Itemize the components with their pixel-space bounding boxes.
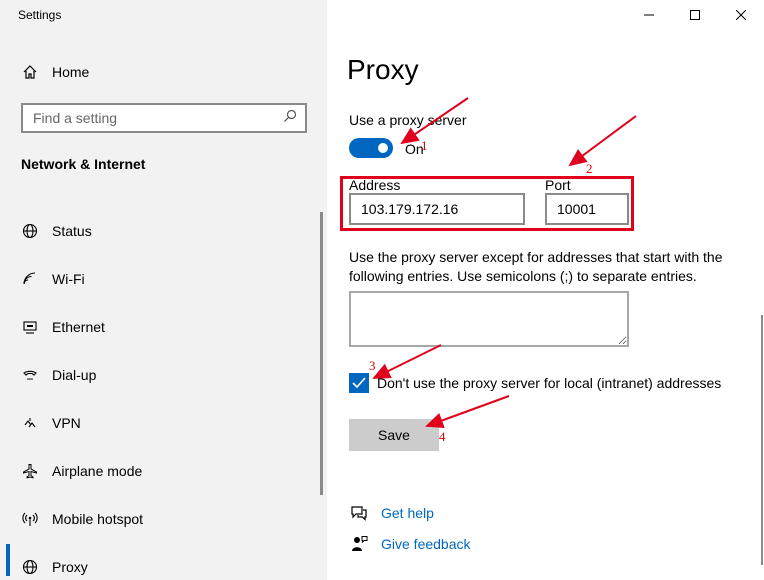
checkmark-icon [352, 377, 366, 389]
active-indicator [6, 544, 10, 576]
sidebar-item-dialup[interactable]: Dial-up [0, 351, 327, 399]
give-feedback-row[interactable]: Give feedback [347, 532, 471, 556]
annotation-number-3: 3 [369, 358, 376, 373]
bypass-local-label[interactable]: Don't use the proxy server for local (in… [377, 375, 721, 391]
sidebar-item-label: Mobile hotspot [52, 511, 144, 527]
sidebar-item-label: Proxy [52, 559, 88, 575]
feedback-person-icon [347, 532, 371, 556]
sidebar-item-label: Ethernet [52, 319, 105, 335]
get-help-row[interactable]: Get help [347, 501, 434, 525]
hotspot-icon [18, 507, 42, 531]
minimize-icon [644, 14, 654, 16]
window-controls [626, 0, 764, 30]
get-help-link[interactable]: Get help [381, 505, 434, 521]
annotation-arrow-4 [425, 395, 510, 429]
sidebar-item-label: VPN [52, 415, 81, 431]
home-icon [18, 60, 42, 84]
exceptions-description: Use the proxy server except for addresse… [349, 249, 723, 284]
bypass-local-checkbox[interactable] [349, 373, 369, 393]
annotation-arrow-2 [568, 115, 637, 167]
sidebar-item-label: Status [52, 223, 92, 239]
sidebar: Settings Home Network & Internet Status … [0, 0, 327, 580]
sidebar-item-status[interactable]: Status [0, 207, 327, 255]
sidebar-item-ethernet[interactable]: Ethernet [0, 303, 327, 351]
sidebar-item-label: Wi-Fi [52, 271, 85, 287]
sidebar-scrollbar[interactable] [320, 212, 323, 495]
minimize-button[interactable] [626, 0, 672, 30]
globe-icon [18, 555, 42, 579]
wifi-icon [18, 267, 42, 291]
airplane-icon [18, 459, 42, 483]
maximize-button[interactable] [672, 0, 718, 30]
sidebar-item-label: Airplane mode [52, 463, 143, 479]
nav-list: Status Wi-Fi Ethernet Dial-up VPN Airpla… [0, 207, 327, 580]
give-feedback-link[interactable]: Give feedback [381, 536, 471, 552]
sidebar-item-wifi[interactable]: Wi-Fi [0, 255, 327, 303]
page-title: Proxy [347, 54, 419, 85]
sidebar-item-label: Dial-up [52, 367, 97, 383]
annotation-arrow-3 [372, 344, 442, 379]
sidebar-item-proxy[interactable]: Proxy [0, 543, 327, 580]
main-scrollbar[interactable] [761, 315, 763, 565]
use-proxy-label: Use a proxy server [349, 112, 467, 128]
help-chat-icon [347, 501, 371, 525]
maximize-icon [690, 10, 700, 20]
search-icon[interactable] [283, 109, 297, 128]
sidebar-item-hotspot[interactable]: Mobile hotspot [0, 495, 327, 543]
search-box[interactable] [21, 103, 307, 133]
annotation-highlight-box [340, 176, 634, 231]
section-title: Network & Internet [21, 156, 146, 172]
vpn-icon [18, 411, 42, 435]
toggle-knob [378, 143, 388, 153]
app-title: Settings [18, 8, 62, 22]
close-button[interactable] [718, 0, 764, 30]
close-icon [736, 10, 746, 20]
sidebar-item-airplane[interactable]: Airplane mode [0, 447, 327, 495]
ethernet-icon [18, 315, 42, 339]
home-label: Home [52, 64, 90, 80]
exceptions-input[interactable] [349, 291, 629, 347]
use-proxy-toggle[interactable] [349, 138, 393, 158]
annotation-number-2: 2 [586, 161, 593, 176]
sidebar-item-vpn[interactable]: VPN [0, 399, 327, 447]
nav-home[interactable]: Home [18, 58, 89, 86]
dialup-icon [18, 363, 42, 387]
globe-status-icon [18, 219, 42, 243]
annotation-number-1: 1 [421, 138, 428, 153]
annotation-number-4: 4 [439, 429, 446, 444]
search-input[interactable] [33, 110, 283, 126]
save-button[interactable]: Save [349, 419, 439, 451]
